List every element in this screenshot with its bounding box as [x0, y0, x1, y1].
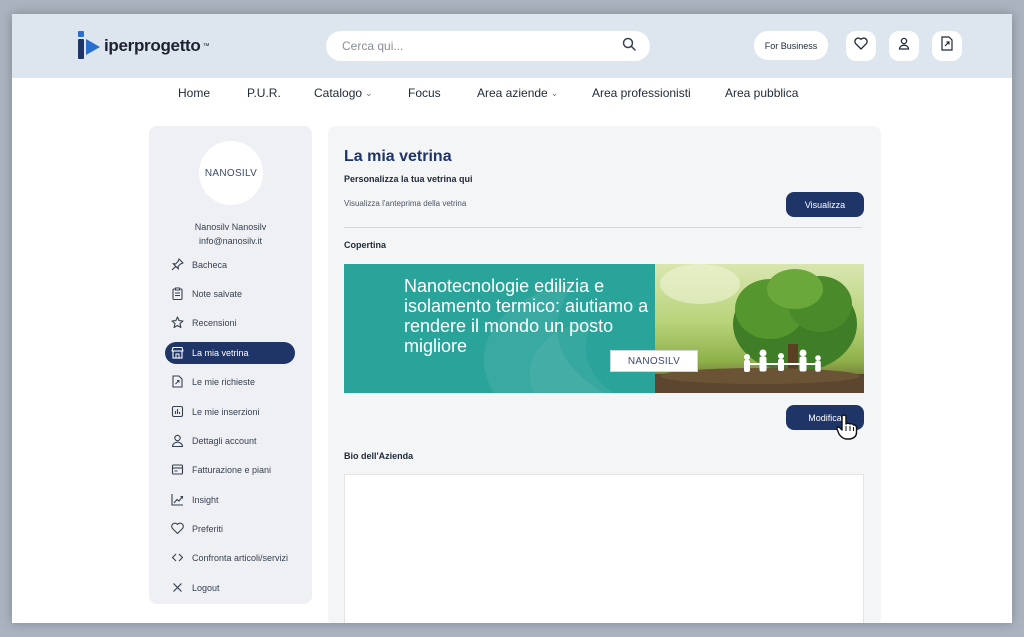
- sidebar-item-label: Insight: [192, 495, 219, 505]
- main-nav: Home P.U.R. Catalogo ⌄ Focus Area aziende…: [12, 78, 1012, 108]
- main-content: La mia vetrina Personalizza la tua vetri…: [328, 126, 881, 623]
- sidebar-item-label: Preferiti: [192, 524, 224, 534]
- nav-area-pubblica[interactable]: Area pubblica: [725, 86, 798, 100]
- logo[interactable]: iperprogetto ™: [76, 30, 210, 62]
- user-icon: [898, 37, 910, 55]
- nav-area-aziende[interactable]: Area aziende ⌄: [477, 86, 558, 100]
- browser-frame: iperprogetto™ Cerca qui... For Business: [12, 14, 1012, 623]
- divider: [344, 227, 862, 228]
- cover-image: Nanotecnologie edilizia e isolamento ter…: [344, 264, 864, 393]
- for-business-button[interactable]: For Business: [754, 31, 828, 60]
- sidebar-item-le-mie-richieste[interactable]: Le mie richieste: [165, 371, 295, 393]
- sidebar-item-le-mie-inserzioni[interactable]: Le mie inserzioni: [165, 401, 295, 423]
- bio-section-label: Bio dell'Azienda: [344, 451, 414, 461]
- document-export-icon: [941, 36, 953, 56]
- cover-photo-panel: [655, 264, 864, 393]
- close-icon: [171, 581, 184, 596]
- bar-chart-icon: [171, 405, 184, 420]
- logo-mark-icon: [76, 31, 102, 61]
- nav-home[interactable]: Home: [178, 86, 210, 100]
- sidebar-item-label: Le mie richieste: [192, 377, 256, 387]
- billing-icon: [171, 463, 184, 478]
- page-subtitle: Personalizza la tua vetrina qui: [344, 174, 473, 184]
- sidebar-item-logout[interactable]: Logout: [165, 577, 295, 599]
- sidebar-item-label: Recensioni: [192, 318, 237, 328]
- nav-catalogo[interactable]: Catalogo ⌄: [314, 86, 373, 100]
- chevron-down-icon: ⌄: [365, 87, 373, 98]
- logo-trademark: ™: [202, 42, 210, 50]
- nav-pur[interactable]: P.U.R.: [247, 86, 281, 100]
- nav-label: Focus: [408, 86, 441, 100]
- tree-family-illustration: [655, 264, 864, 393]
- cover-section-label: Copertina: [344, 240, 387, 250]
- sidebar: NANOSILV Nanosilv Nanosilv info@nanosilv…: [149, 126, 312, 604]
- search-icon[interactable]: [622, 37, 636, 56]
- account-button[interactable]: [889, 31, 919, 61]
- cover-teal-panel: Nanotecnologie edilizia e isolamento ter…: [344, 264, 655, 393]
- sidebar-item-label: Note salvate: [192, 289, 243, 299]
- sidebar-item-bacheca[interactable]: Bacheca: [165, 254, 295, 276]
- bio-textarea[interactable]: [344, 474, 864, 623]
- sidebar-item-insight[interactable]: Insight: [165, 489, 295, 511]
- heart-icon: [171, 522, 184, 537]
- cover-brand-logo: NANOSILV: [610, 350, 698, 372]
- heart-icon: [854, 37, 868, 55]
- requests-button[interactable]: [932, 31, 962, 61]
- sidebar-item-la-mia-vetrina[interactable]: La mia vetrina: [165, 342, 295, 364]
- sidebar-item-recensioni[interactable]: Recensioni: [165, 312, 295, 334]
- sidebar-item-label: Le mie inserzioni: [192, 407, 260, 417]
- pin-icon: [171, 257, 184, 273]
- star-icon: [171, 315, 184, 331]
- search-bar[interactable]: Cerca qui...: [326, 31, 650, 61]
- sidebar-item-label: La mia vetrina: [192, 348, 249, 358]
- logo-text: iperprogetto: [104, 36, 201, 55]
- user-icon: [171, 434, 184, 449]
- search-input[interactable]: Cerca qui...: [342, 39, 403, 53]
- sidebar-item-label: Confronta articoli/servizi: [192, 553, 289, 563]
- sidebar-item-confronta[interactable]: Confronta articoli/servizi: [165, 547, 295, 569]
- top-bar: iperprogetto ™ Cerca qui... For Business: [12, 14, 1012, 78]
- visualizza-button[interactable]: Visualizza: [786, 192, 864, 217]
- chevron-down-icon: ⌄: [550, 87, 559, 98]
- document-export-icon: [171, 374, 184, 390]
- cover-headline: Nanotecnologie edilizia e isolamento ter…: [404, 276, 649, 356]
- nav-label: P.U.R.: [247, 86, 281, 100]
- nav-label: Area aziende: [477, 86, 548, 100]
- user-name: Nanosilv Nanosilv: [194, 222, 267, 232]
- clipboard-icon: [171, 287, 184, 302]
- sidebar-item-label: Bacheca: [192, 260, 228, 270]
- trend-icon: [171, 493, 184, 508]
- compare-icon: [171, 551, 184, 566]
- nav-label: Home: [178, 86, 211, 100]
- sidebar-item-label: Fatturazione e piani: [192, 465, 272, 475]
- page-title: La mia vetrina: [344, 148, 452, 165]
- avatar[interactable]: NANOSILV: [199, 141, 263, 205]
- nav-focus[interactable]: Focus: [408, 86, 441, 100]
- nav-label: Area pubblica: [725, 86, 799, 100]
- sidebar-item-note-salvate[interactable]: Note salvate: [165, 283, 295, 305]
- favorites-button[interactable]: [846, 31, 876, 61]
- avatar-logo-text: NANOSILV: [204, 167, 258, 179]
- nav-area-professionisti[interactable]: Area professionisti: [592, 86, 691, 100]
- storefront-icon: [171, 346, 184, 361]
- sidebar-item-dettagli-account[interactable]: Dettagli account: [165, 430, 295, 452]
- hand-pointer-icon: [836, 414, 858, 445]
- sidebar-item-fatturazione[interactable]: Fatturazione e piani: [165, 459, 295, 481]
- sidebar-item-label: Dettagli account: [192, 436, 257, 446]
- sidebar-item-label: Logout: [192, 583, 220, 593]
- preview-description: Visualizza l'anteprima della vetrina: [344, 199, 467, 208]
- user-email: info@nanosilv.it: [199, 236, 262, 246]
- nav-label: Area professionisti: [592, 86, 691, 100]
- sidebar-item-preferiti[interactable]: Preferiti: [165, 518, 295, 540]
- nav-label: Catalogo: [314, 86, 363, 100]
